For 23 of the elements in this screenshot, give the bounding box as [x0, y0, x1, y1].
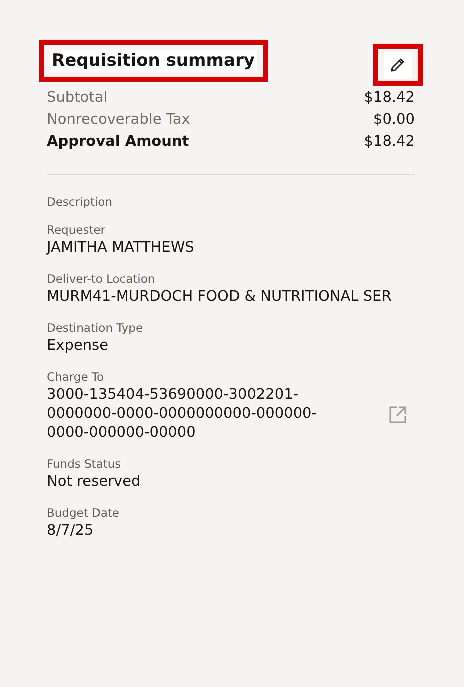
field-value: 8/7/25 — [47, 522, 94, 541]
field-value: MURM41-MURDOCH FOOD & NUTRITIONAL SER — [47, 288, 392, 307]
external-link-icon[interactable] — [389, 406, 407, 424]
total-value: $18.42 — [364, 90, 415, 106]
summary-title: Requisition summary — [50, 50, 257, 72]
field-label: Funds Status — [47, 457, 122, 471]
field-label: Destination Type — [47, 321, 144, 335]
field-label: Deliver-to Location — [47, 272, 156, 286]
edit-button[interactable] — [384, 51, 412, 79]
field-label: Description — [47, 195, 114, 209]
total-value: $0.00 — [373, 112, 415, 128]
field-label: Charge To — [47, 370, 106, 384]
total-label: Nonrecoverable Tax — [47, 112, 190, 128]
total-label: Approval Amount — [47, 134, 190, 150]
field-value: Not reserved — [47, 473, 141, 492]
field-label: Requester — [47, 223, 107, 237]
field-label: Budget Date — [47, 506, 121, 520]
field-value: JAMITHA MATTHEWS — [47, 239, 194, 258]
field-value: 3000-135404-53690000-3002201-0000000-0000-0000000000-000000-0000-000000-00000 — [47, 386, 318, 443]
total-value: $18.42 — [364, 134, 415, 150]
field-value: Expense — [47, 337, 109, 356]
total-label: Subtotal — [47, 90, 108, 106]
pencil-icon — [390, 57, 406, 73]
